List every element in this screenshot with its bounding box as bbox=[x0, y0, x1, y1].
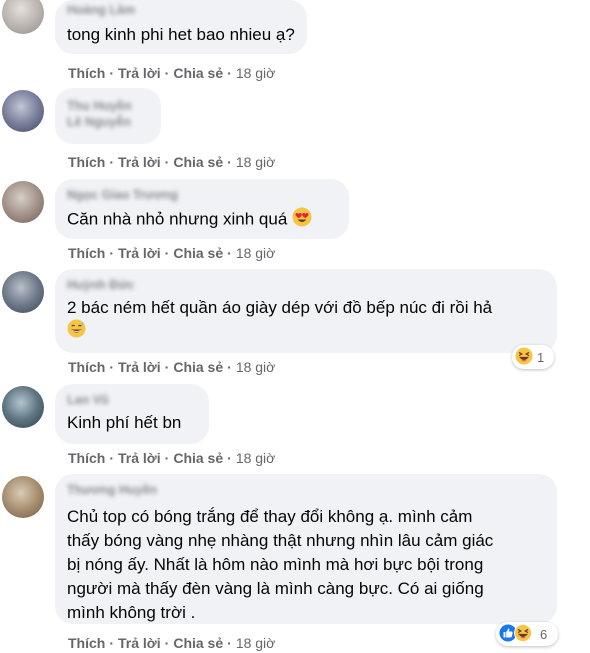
separator: · bbox=[109, 245, 115, 261]
haha-reaction-icon bbox=[514, 623, 532, 645]
reaction-count: 6 bbox=[540, 626, 548, 642]
avatar[interactable] bbox=[2, 271, 44, 313]
like-button[interactable]: Thích bbox=[68, 65, 105, 81]
separator: · bbox=[227, 245, 232, 261]
like-button[interactable]: Thích bbox=[68, 245, 105, 261]
comment-actions: Thích · Trả lời · Chia sẻ · 18 giờ bbox=[68, 244, 275, 262]
comment-bubble: Lan Vũ Kinh phí hết bn bbox=[55, 384, 209, 444]
share-button[interactable]: Chia sẻ bbox=[173, 635, 223, 651]
separator: · bbox=[164, 154, 170, 170]
separator: · bbox=[164, 450, 170, 466]
separator: · bbox=[164, 359, 170, 375]
separator: · bbox=[109, 635, 115, 651]
share-button[interactable]: Chia sẻ bbox=[173, 154, 223, 170]
comment-text-line: thấy bóng vàng nhẹ nhàng thật nhưng nhìn… bbox=[67, 531, 494, 550]
timestamp[interactable]: 18 giờ bbox=[236, 359, 276, 375]
comment-actions: Thích · Trả lời · Chia sẻ · 18 giờ bbox=[68, 449, 275, 467]
timestamp[interactable]: 18 giờ bbox=[236, 245, 276, 261]
separator: · bbox=[164, 65, 170, 81]
reaction-summary[interactable]: 1 bbox=[512, 345, 554, 369]
separator: · bbox=[164, 245, 170, 261]
reply-button[interactable]: Trả lời bbox=[118, 65, 161, 81]
reply-button[interactable]: Trả lời bbox=[118, 450, 161, 466]
separator: · bbox=[227, 359, 232, 375]
avatar[interactable] bbox=[2, 386, 44, 428]
haha-reaction-icon bbox=[515, 346, 533, 368]
timestamp[interactable]: 18 giờ bbox=[236, 65, 276, 81]
avatar[interactable] bbox=[2, 181, 44, 223]
comment-author[interactable]: Huỳnh Đức bbox=[67, 277, 545, 293]
separator: · bbox=[164, 635, 170, 651]
comment-text: tong kinh phi het bao nhieu ạ? bbox=[67, 25, 295, 44]
reaction-summary[interactable]: 6 bbox=[496, 622, 558, 646]
avatar[interactable] bbox=[2, 0, 44, 34]
like-button[interactable]: Thích bbox=[68, 359, 105, 375]
comment-actions: Thích · Trả lời · Chia sẻ · 18 giờ bbox=[68, 358, 275, 376]
comment-author[interactable]: Thu Huyền Lê Nguyễn bbox=[67, 98, 147, 130]
separator: · bbox=[227, 154, 232, 170]
comment-text: Kinh phí hết bn bbox=[67, 413, 182, 432]
like-button[interactable]: Thích bbox=[68, 635, 105, 651]
comment-text-line: bị nóng ấy. Nhất là hôm nào mình mà hơi … bbox=[67, 555, 484, 574]
comment-bubble: Ngọc Giao Trương Căn nhà nhỏ nhưng xinh … bbox=[55, 179, 349, 239]
heart-eyes-emoji bbox=[292, 207, 312, 233]
comment-text-content: 2 bác ném hết quần áo giày dép với đồ bế… bbox=[67, 298, 493, 317]
share-button[interactable]: Chia sẻ bbox=[173, 245, 223, 261]
comment-text: Căn nhà nhỏ nhưng xinh quá bbox=[67, 207, 337, 233]
share-button[interactable]: Chia sẻ bbox=[173, 450, 223, 466]
comment-author[interactable]: Lan Vũ bbox=[67, 392, 197, 408]
reply-button[interactable]: Trả lời bbox=[118, 635, 161, 651]
share-button[interactable]: Chia sẻ bbox=[173, 65, 223, 81]
reply-button[interactable]: Trả lời bbox=[118, 359, 161, 375]
comment-text-line: Chủ top có bóng trắng để thay đổi không … bbox=[67, 507, 473, 526]
comment-text-line: mình không trời . bbox=[67, 603, 196, 622]
separator: · bbox=[109, 359, 115, 375]
separator: · bbox=[109, 450, 115, 466]
comment-text-line: người mà thấy đèn vàng là mình càng bực.… bbox=[67, 579, 484, 598]
reply-button[interactable]: Trả lời bbox=[118, 154, 161, 170]
timestamp[interactable]: 18 giờ bbox=[236, 635, 276, 651]
separator: · bbox=[109, 154, 115, 170]
avatar[interactable] bbox=[2, 90, 44, 132]
avatar[interactable] bbox=[2, 476, 44, 518]
comment-bubble: Huỳnh Đức 2 bác ném hết quần áo giày dép… bbox=[55, 269, 557, 353]
separator: · bbox=[227, 450, 232, 466]
reaction-count: 1 bbox=[537, 349, 545, 365]
comment-author[interactable]: Ngọc Giao Trương bbox=[67, 187, 337, 203]
like-button[interactable]: Thích bbox=[68, 154, 105, 170]
comment-actions: Thích · Trả lời · Chia sẻ · 18 giờ bbox=[68, 64, 275, 82]
comment-author[interactable]: Hoàng Lâm bbox=[67, 2, 295, 17]
comment-author[interactable]: Thương Huyền bbox=[67, 482, 545, 498]
comment-actions: Thích · Trả lời · Chia sẻ · 18 giờ bbox=[68, 634, 275, 652]
comment-bubble: Hoàng Lâm tong kinh phi het bao nhieu ạ? bbox=[55, 0, 307, 54]
comment-text: Chủ top có bóng trắng để thay đổi không … bbox=[67, 505, 545, 625]
comment-bubble: Thương Huyền Chủ top có bóng trắng để th… bbox=[55, 474, 557, 624]
comment-actions: Thích · Trả lời · Chia sẻ · 18 giờ bbox=[68, 153, 275, 171]
timestamp[interactable]: 18 giờ bbox=[236, 154, 276, 170]
grinning-sweat-emoji bbox=[67, 319, 86, 344]
separator: · bbox=[109, 65, 115, 81]
timestamp[interactable]: 18 giờ bbox=[236, 450, 276, 466]
share-button[interactable]: Chia sẻ bbox=[173, 359, 223, 375]
comment-bubble: Thu Huyền Lê Nguyễn bbox=[55, 88, 161, 144]
comment-text: 2 bác ném hết quần áo giày dép với đồ bế… bbox=[67, 297, 545, 344]
separator: · bbox=[227, 635, 232, 651]
comment-text-content: Căn nhà nhỏ nhưng xinh quá bbox=[67, 209, 288, 229]
separator: · bbox=[227, 65, 232, 81]
reply-button[interactable]: Trả lời bbox=[118, 245, 161, 261]
like-button[interactable]: Thích bbox=[68, 450, 105, 466]
